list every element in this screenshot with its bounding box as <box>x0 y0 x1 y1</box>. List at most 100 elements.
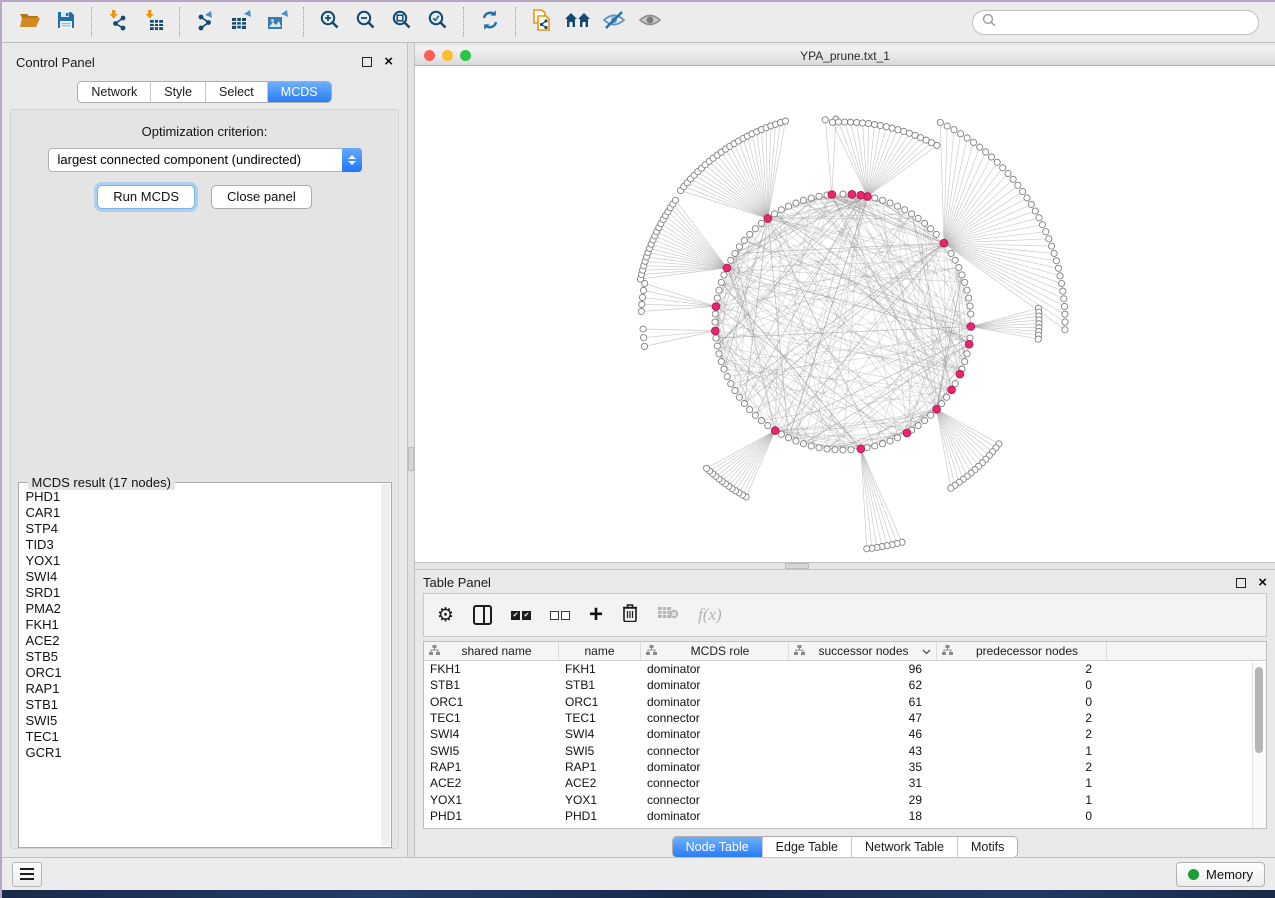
cell[interactable]: dominator <box>641 662 789 676</box>
cell[interactable]: ACE2 <box>424 776 559 790</box>
maximize-window-icon[interactable] <box>460 50 471 61</box>
splitter-handle[interactable] <box>408 447 414 471</box>
splitter-handle[interactable] <box>785 563 809 569</box>
show-columns-button[interactable] <box>473 605 492 625</box>
cell[interactable]: connector <box>641 711 789 725</box>
cell[interactable]: PHD1 <box>559 809 641 823</box>
tab-mcds[interactable]: MCDS <box>267 82 331 102</box>
cell[interactable]: PHD1 <box>424 809 559 823</box>
column-header-name[interactable]: name <box>559 642 641 660</box>
cell[interactable]: STB1 <box>424 678 559 692</box>
cell[interactable]: 46 <box>789 727 937 741</box>
table-row[interactable]: SWI4SWI4dominator462 <box>424 726 1266 742</box>
delete-column-button[interactable] <box>622 603 638 627</box>
tab-network-table[interactable]: Network Table <box>851 837 957 857</box>
minimize-window-icon[interactable] <box>442 50 453 61</box>
mcds-result-item[interactable]: YOX1 <box>26 553 389 569</box>
tab-edge-table[interactable]: Edge Table <box>762 837 851 857</box>
cell[interactable]: STB1 <box>559 678 641 692</box>
delete-table-button[interactable] <box>657 605 679 625</box>
cell[interactable]: TEC1 <box>424 711 559 725</box>
cell[interactable]: connector <box>641 793 789 807</box>
criterion-dropdown[interactable]: largest connected component (undirected) <box>48 148 362 172</box>
cell[interactable]: 47 <box>789 711 937 725</box>
float-panel-icon[interactable] <box>362 57 372 67</box>
table-scrollbar-thumb[interactable] <box>1255 667 1263 753</box>
close-panel-icon[interactable]: × <box>384 57 393 67</box>
search-input[interactable] <box>1002 14 1249 30</box>
close-panel-button[interactable]: Close panel <box>211 185 312 209</box>
column-header-successor-nodes[interactable]: successor nodes <box>789 642 937 660</box>
mcds-result-item[interactable]: STP4 <box>26 521 389 537</box>
function-builder-button[interactable]: f(x) <box>698 605 722 625</box>
network-graph[interactable] <box>415 66 1275 562</box>
cell[interactable]: 0 <box>937 809 1107 823</box>
cell[interactable]: SWI5 <box>559 744 641 758</box>
zoom-fit-button[interactable] <box>384 6 420 38</box>
mcds-result-item[interactable]: TEC1 <box>26 729 389 745</box>
mcds-result-item[interactable]: SWI4 <box>26 569 389 585</box>
column-header-shared-name[interactable]: shared name <box>424 642 559 660</box>
tab-style[interactable]: Style <box>150 82 205 102</box>
cell[interactable]: ORC1 <box>559 695 641 709</box>
cell[interactable]: dominator <box>641 695 789 709</box>
zoom-in-button[interactable] <box>312 6 348 38</box>
mcds-result-item[interactable]: FKH1 <box>26 617 389 633</box>
result-scrollbar-track[interactable] <box>381 484 390 846</box>
mcds-result-item[interactable]: STB5 <box>26 649 389 665</box>
cell[interactable]: 0 <box>937 678 1107 692</box>
zoom-selected-button[interactable] <box>420 6 456 38</box>
table-row[interactable]: ACE2ACE2connector311 <box>424 775 1266 791</box>
hide-selected-button[interactable] <box>596 6 632 38</box>
table-row[interactable]: SWI5SWI5connector431 <box>424 742 1266 758</box>
open-session-button[interactable] <box>12 6 48 38</box>
table-row[interactable]: STB1STB1dominator620 <box>424 677 1266 693</box>
cell[interactable]: RAP1 <box>559 760 641 774</box>
cell[interactable]: 18 <box>789 809 937 823</box>
cell[interactable]: dominator <box>641 727 789 741</box>
save-session-button[interactable] <box>48 6 84 38</box>
vertical-splitter[interactable] <box>407 43 415 857</box>
tab-select[interactable]: Select <box>205 82 267 102</box>
cell[interactable]: connector <box>641 776 789 790</box>
cell[interactable]: 62 <box>789 678 937 692</box>
cell[interactable]: connector <box>641 744 789 758</box>
mcds-result-item[interactable]: ORC1 <box>26 665 389 681</box>
mcds-result-item[interactable]: SWI5 <box>26 713 389 729</box>
cell[interactable]: FKH1 <box>424 662 559 676</box>
tab-motifs[interactable]: Motifs <box>957 837 1017 857</box>
column-header-MCDS-role[interactable]: MCDS role <box>641 642 789 660</box>
cell[interactable]: 2 <box>937 727 1107 741</box>
close-panel-icon[interactable]: × <box>1258 578 1267 588</box>
cell[interactable]: RAP1 <box>424 760 559 774</box>
table-row[interactable]: YOX1YOX1connector291 <box>424 791 1266 807</box>
table-row[interactable]: ORC1ORC1dominator610 <box>424 694 1266 710</box>
cell[interactable]: 96 <box>789 662 937 676</box>
mcds-result-item[interactable]: GCR1 <box>26 745 389 761</box>
neighbors-button[interactable] <box>560 6 596 38</box>
refresh-button[interactable] <box>472 6 508 38</box>
select-all-button[interactable]: ✔✔ <box>511 611 531 620</box>
task-history-button[interactable] <box>12 862 42 887</box>
mcds-result-item[interactable]: PHD1 <box>26 489 389 505</box>
cell[interactable]: SWI4 <box>424 727 559 741</box>
cell[interactable]: 1 <box>937 793 1107 807</box>
cell[interactable]: 2 <box>937 760 1107 774</box>
cell[interactable]: 43 <box>789 744 937 758</box>
cell[interactable]: dominator <box>641 760 789 774</box>
search-box[interactable] <box>972 10 1259 35</box>
mcds-result-item[interactable]: SRD1 <box>26 585 389 601</box>
mcds-result-item[interactable]: PMA2 <box>26 601 389 617</box>
cell[interactable]: SWI4 <box>559 727 641 741</box>
import-table-button[interactable] <box>136 6 172 38</box>
table-row[interactable]: PHD1PHD1dominator180 <box>424 808 1266 824</box>
cell[interactable]: 29 <box>789 793 937 807</box>
horizontal-splitter[interactable] <box>415 562 1275 570</box>
mcds-result-list[interactable]: PHD1CAR1STP4TID3YOX1SWI4SRD1PMA2FKH1ACE2… <box>19 483 391 847</box>
cell[interactable]: 2 <box>937 711 1107 725</box>
show-all-button[interactable] <box>632 6 668 38</box>
table-row[interactable]: RAP1RAP1dominator352 <box>424 759 1266 775</box>
cell[interactable]: TEC1 <box>559 711 641 725</box>
cell[interactable]: dominator <box>641 678 789 692</box>
cell[interactable]: 61 <box>789 695 937 709</box>
